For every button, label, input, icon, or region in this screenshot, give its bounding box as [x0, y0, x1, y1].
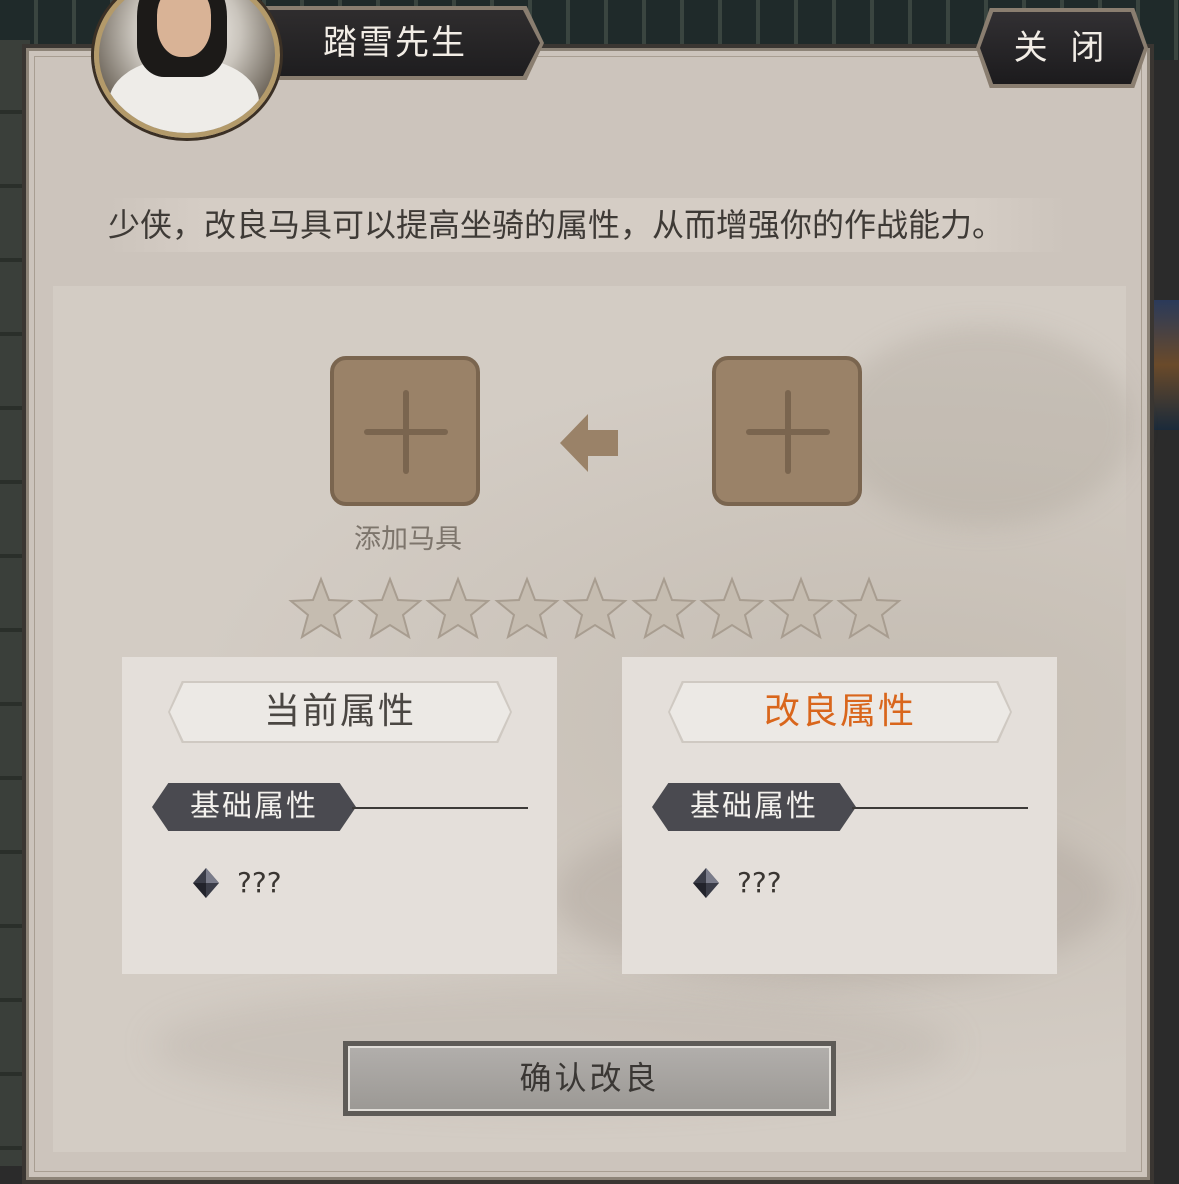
star-icon [493, 576, 560, 640]
star-icon [836, 576, 902, 640]
current-attributes-title: 当前属性 [263, 691, 416, 732]
intro-text: 少侠，改良马具可以提高坐骑的属性，从而增强你的作战能力。 [108, 198, 1068, 252]
ink-mist [833, 326, 1133, 526]
diamond-bullet-icon [693, 868, 719, 898]
star-icon [562, 576, 628, 640]
arrow-left-icon [560, 414, 618, 472]
add-tack-slot[interactable] [330, 356, 480, 506]
diamond-bullet-icon [193, 868, 219, 898]
star-icon [699, 576, 765, 640]
base-attributes-tag: 基础属性 [152, 783, 356, 831]
plus-icon [785, 390, 791, 474]
refined-attributes-card: 改良属性 基础属性 ??? [622, 657, 1057, 974]
star-icon [356, 576, 423, 640]
star-icon [630, 576, 697, 640]
npc-avatar [94, 0, 280, 138]
current-attributes-card: 当前属性 基础属性 ??? [122, 657, 557, 974]
confirm-refine-button[interactable]: 确认改良 [343, 1041, 836, 1116]
avatar-face [157, 0, 211, 57]
add-tack-label: 添加马具 [354, 524, 462, 555]
attribute-value: ??? [737, 866, 782, 899]
close-button-label[interactable]: 关 闭 [980, 12, 1144, 84]
material-slot[interactable] [712, 356, 862, 506]
attribute-value: ??? [237, 866, 282, 899]
plus-icon [403, 390, 409, 474]
npc-name: 踏雪先生 [323, 23, 467, 63]
divider-line [852, 807, 1028, 809]
close-button[interactable]: 关 闭 [976, 8, 1148, 88]
divider-line [352, 807, 528, 809]
refined-attributes-title: 改良属性 [763, 691, 916, 732]
star-icon [767, 576, 834, 640]
base-attributes-tag: 基础属性 [652, 783, 856, 831]
star-icon [288, 576, 354, 640]
star-icon [425, 576, 491, 640]
confirm-refine-label[interactable]: 确认改良 [348, 1046, 831, 1111]
